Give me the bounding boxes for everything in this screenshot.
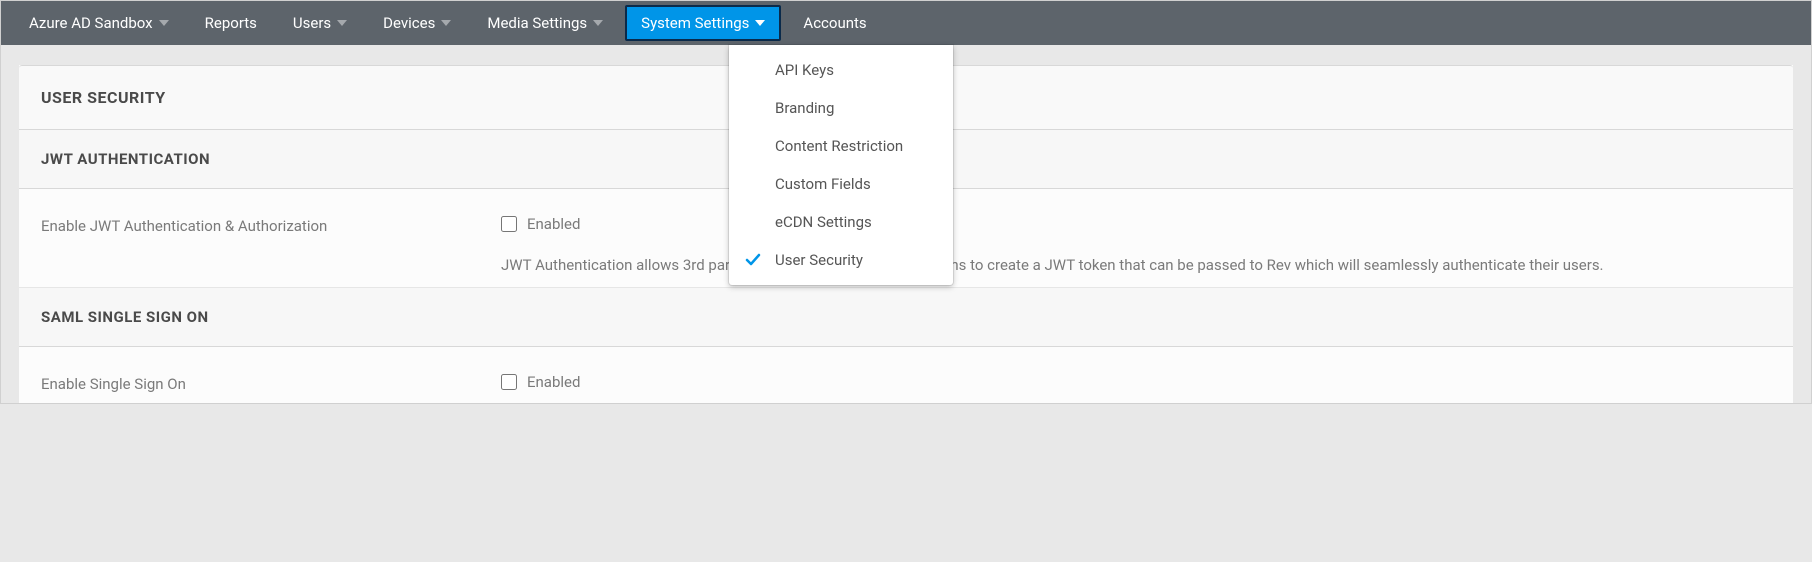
form-row-saml: Enable Single Sign On Enabled xyxy=(19,347,1793,403)
system-settings-dropdown: API Keys Branding Content Restriction Cu… xyxy=(729,45,953,285)
dropdown-item-label: eCDN Settings xyxy=(775,213,872,231)
dropdown-item-api-keys[interactable]: API Keys xyxy=(729,51,953,89)
check-icon xyxy=(745,252,761,268)
checkbox-enabled-saml[interactable]: Enabled xyxy=(501,373,1771,391)
dropdown-item-label: Branding xyxy=(775,99,834,117)
checkbox-label: Enabled xyxy=(527,373,580,391)
checkbox-enabled-jwt[interactable]: Enabled xyxy=(501,215,1771,233)
dropdown-item-custom-fields[interactable]: Custom Fields xyxy=(729,165,953,203)
nav-accounts[interactable]: Accounts xyxy=(785,1,884,45)
field-control-jwt: Enabled JWT Authentication allows 3rd pa… xyxy=(501,215,1771,277)
checkbox-input-saml[interactable] xyxy=(501,374,517,390)
dropdown-item-label: User Security xyxy=(775,251,863,269)
nav-label: Users xyxy=(293,14,331,32)
checkbox-input-jwt[interactable] xyxy=(501,216,517,232)
field-control-saml: Enabled xyxy=(501,373,1771,393)
dropdown-item-branding[interactable]: Branding xyxy=(729,89,953,127)
checkbox-label: Enabled xyxy=(527,215,580,233)
dropdown-item-label: Custom Fields xyxy=(775,175,871,193)
nav-media-settings[interactable]: Media Settings xyxy=(469,1,621,45)
nav-label: Media Settings xyxy=(487,14,587,32)
chevron-down-icon xyxy=(337,20,347,26)
dropdown-item-content-restriction[interactable]: Content Restriction xyxy=(729,127,953,165)
nav-label: Azure AD Sandbox xyxy=(29,14,153,32)
field-label-saml: Enable Single Sign On xyxy=(41,373,501,393)
chevron-down-icon xyxy=(441,20,451,26)
nav-label: Devices xyxy=(383,14,435,32)
nav-users[interactable]: Users xyxy=(275,1,365,45)
dropdown-item-label: API Keys xyxy=(775,61,834,79)
chevron-down-icon xyxy=(755,20,765,26)
nav-devices[interactable]: Devices xyxy=(365,1,469,45)
section-header-saml: SAML SINGLE SIGN ON xyxy=(19,288,1793,347)
dropdown-item-user-security[interactable]: User Security xyxy=(729,241,953,279)
chevron-down-icon xyxy=(159,20,169,26)
chevron-down-icon xyxy=(593,20,603,26)
section-title: SAML SINGLE SIGN ON xyxy=(41,308,1771,326)
nav-label: System Settings xyxy=(641,14,749,32)
field-label-jwt: Enable JWT Authentication & Authorizatio… xyxy=(41,215,501,277)
nav-system-settings[interactable]: System Settings xyxy=(625,5,781,41)
nav-azure-ad-sandbox[interactable]: Azure AD Sandbox xyxy=(11,1,187,45)
nav-reports[interactable]: Reports xyxy=(187,1,275,45)
nav-label: Reports xyxy=(205,14,257,32)
nav-label: Accounts xyxy=(803,14,866,32)
dropdown-item-ecdn-settings[interactable]: eCDN Settings xyxy=(729,203,953,241)
help-text-jwt: JWT Authentication allows 3rd party deve… xyxy=(501,255,1771,277)
dropdown-item-label: Content Restriction xyxy=(775,137,903,155)
top-nav-bar: Azure AD Sandbox Reports Users Devices M… xyxy=(1,1,1811,45)
